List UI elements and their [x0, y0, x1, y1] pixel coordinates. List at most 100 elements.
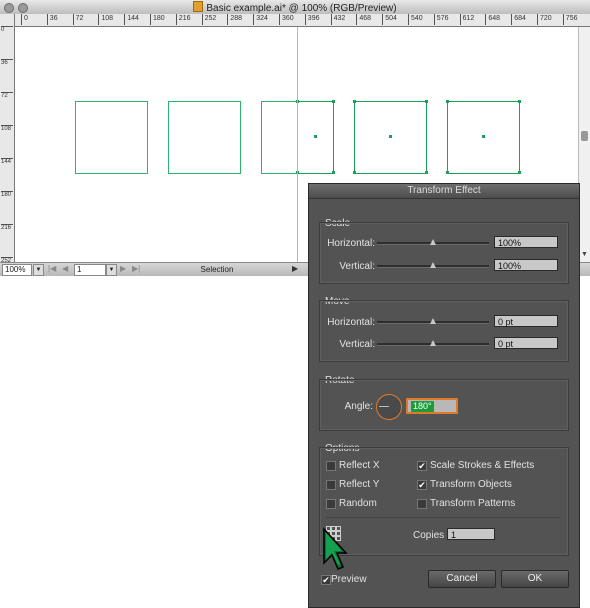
reflect-y-label[interactable]: Reflect Y [339, 479, 379, 490]
reflect-y-checkbox[interactable] [326, 480, 336, 490]
scale-horizontal-slider-knob[interactable] [430, 239, 436, 245]
angle-dial-hand [379, 406, 389, 407]
status-menu-icon[interactable]: ▶ [292, 264, 298, 273]
selection-handle[interactable] [425, 171, 428, 174]
move-vertical-field[interactable]: 0 pt [494, 337, 558, 349]
reflect-x-label[interactable]: Reflect X [339, 460, 380, 471]
center-point [482, 135, 485, 138]
scale-horizontal-label: Horizontal: [327, 238, 375, 249]
move-group [319, 300, 569, 362]
scale-group [319, 222, 569, 284]
ruler-tick-label: 180 [1, 191, 13, 198]
horizontal-ruler[interactable]: 0 36 72 108 144 180 216 252 288 324 360 396 432 468 50… [14, 14, 590, 27]
selection-handle[interactable] [353, 100, 356, 103]
selection-handle[interactable] [425, 100, 428, 103]
move-vertical-label: Vertical: [339, 339, 375, 350]
angle-dial[interactable] [376, 394, 402, 420]
ruler-tick-label: 72 [72, 14, 83, 25]
ruler-tick-label: 108 [1, 125, 13, 132]
selection-handle[interactable] [332, 100, 335, 103]
zoom-dropdown-icon[interactable]: ▼ [33, 264, 44, 276]
move-horizontal-slider-knob[interactable] [430, 318, 436, 324]
scale-strokes-checkbox[interactable]: ✔ [417, 461, 427, 471]
selection-handle[interactable] [446, 100, 449, 103]
transform-patterns-checkbox[interactable] [417, 499, 427, 509]
ruler-tick-label: 216 [175, 14, 190, 25]
document-icon [193, 1, 204, 12]
ruler-tick-label: 540 [408, 14, 423, 25]
move-vertical-slider-knob[interactable] [430, 340, 436, 346]
ruler-tick-label: 720 [537, 14, 552, 25]
random-checkbox[interactable] [326, 499, 336, 509]
prev-page-icon[interactable]: ◀ [62, 264, 68, 273]
last-page-icon[interactable]: ▶| [132, 264, 140, 273]
ruler-tick-label: 360 [279, 14, 294, 25]
ruler-tick-label: 324 [253, 14, 268, 25]
selection-handle[interactable] [446, 171, 449, 174]
dialog-title: Transform Effect [309, 184, 579, 199]
copies-label: Copies [413, 530, 445, 541]
transform-patterns-label[interactable]: Transform Patterns [430, 498, 515, 509]
window-titlebar: Basic example.ai* @ 100% (RGB/Preview) [0, 0, 590, 15]
current-tool-label[interactable]: Selection [175, 265, 259, 274]
transform-objects-checkbox[interactable]: ✔ [417, 480, 427, 490]
preview-checkbox[interactable]: ✔ [321, 575, 331, 585]
scale-strokes-label[interactable]: Scale Strokes & Effects [430, 460, 534, 471]
mouse-pointer-icon [322, 527, 348, 576]
selection-handle[interactable] [332, 171, 335, 174]
selection-handle[interactable] [518, 171, 521, 174]
ruler-tick-label: 0 [1, 26, 13, 33]
options-divider [326, 517, 560, 518]
angle-label: Angle: [344, 401, 373, 412]
copies-field[interactable]: 1 [447, 528, 495, 540]
ruler-tick-label: 612 [459, 14, 474, 25]
scroll-down-icon[interactable]: ▼ [581, 251, 588, 258]
ruler-tick-label: 396 [304, 14, 319, 25]
ruler-tick-label: 216 [1, 224, 13, 231]
ruler-tick-label: 576 [433, 14, 448, 25]
page-dropdown-icon[interactable]: ▼ [106, 264, 117, 276]
angle-field[interactable]: 180° [406, 398, 458, 414]
window-title-container: Basic example.ai* @ 100% (RGB/Preview) [0, 1, 590, 14]
ruler-tick-label: 468 [356, 14, 371, 25]
reflect-x-checkbox[interactable] [326, 461, 336, 471]
move-horizontal-label: Horizontal: [327, 317, 375, 328]
ruler-tick-label: 180 [150, 14, 165, 25]
ruler-tick-label: 144 [124, 14, 139, 25]
ruler-tick-label: 0 [21, 14, 28, 25]
ruler-tick-label: 504 [382, 14, 397, 25]
scale-vertical-slider-knob[interactable] [430, 262, 436, 268]
ruler-tick-label: 432 [330, 14, 345, 25]
selection-handle[interactable] [518, 100, 521, 103]
square-shape[interactable] [75, 101, 148, 174]
scale-vertical-field[interactable]: 100% [494, 259, 558, 271]
vertical-ruler[interactable]: 0 36 72 108 144 180 216 252 [0, 14, 15, 264]
random-label[interactable]: Random [339, 498, 377, 509]
scrollbar-thumb[interactable] [581, 131, 588, 141]
window-title: Basic example.ai* @ 100% (RGB/Preview) [206, 3, 397, 14]
ruler-tick-label: 36 [46, 14, 58, 25]
transform-effect-dialog: Transform Effect Scale Horizontal: 100% … [308, 183, 580, 608]
page-field[interactable]: 1 [74, 264, 106, 276]
ruler-tick-label: 72 [1, 92, 13, 99]
ruler-tick-label: 36 [1, 59, 13, 66]
guide-line[interactable] [297, 27, 298, 262]
scale-horizontal-field[interactable]: 100% [494, 236, 558, 248]
square-shape[interactable] [168, 101, 241, 174]
transform-objects-label[interactable]: Transform Objects [430, 479, 512, 490]
scale-vertical-label: Vertical: [339, 261, 375, 272]
cancel-button[interactable]: Cancel [428, 570, 496, 588]
ruler-tick-label: 288 [227, 14, 242, 25]
angle-value: 180° [411, 401, 434, 412]
ruler-tick-label: 144 [1, 158, 13, 165]
ruler-tick-label: 756 [562, 14, 577, 25]
ruler-tick-label: 648 [485, 14, 500, 25]
selection-handle[interactable] [353, 171, 356, 174]
zoom-field[interactable]: 100% [2, 264, 32, 276]
center-point [314, 135, 317, 138]
move-horizontal-field[interactable]: 0 pt [494, 315, 558, 327]
next-page-icon[interactable]: ▶ [120, 264, 126, 273]
first-page-icon[interactable]: |◀ [48, 264, 56, 273]
ok-button[interactable]: OK [501, 570, 569, 588]
ruler-tick-label: 108 [98, 14, 113, 25]
